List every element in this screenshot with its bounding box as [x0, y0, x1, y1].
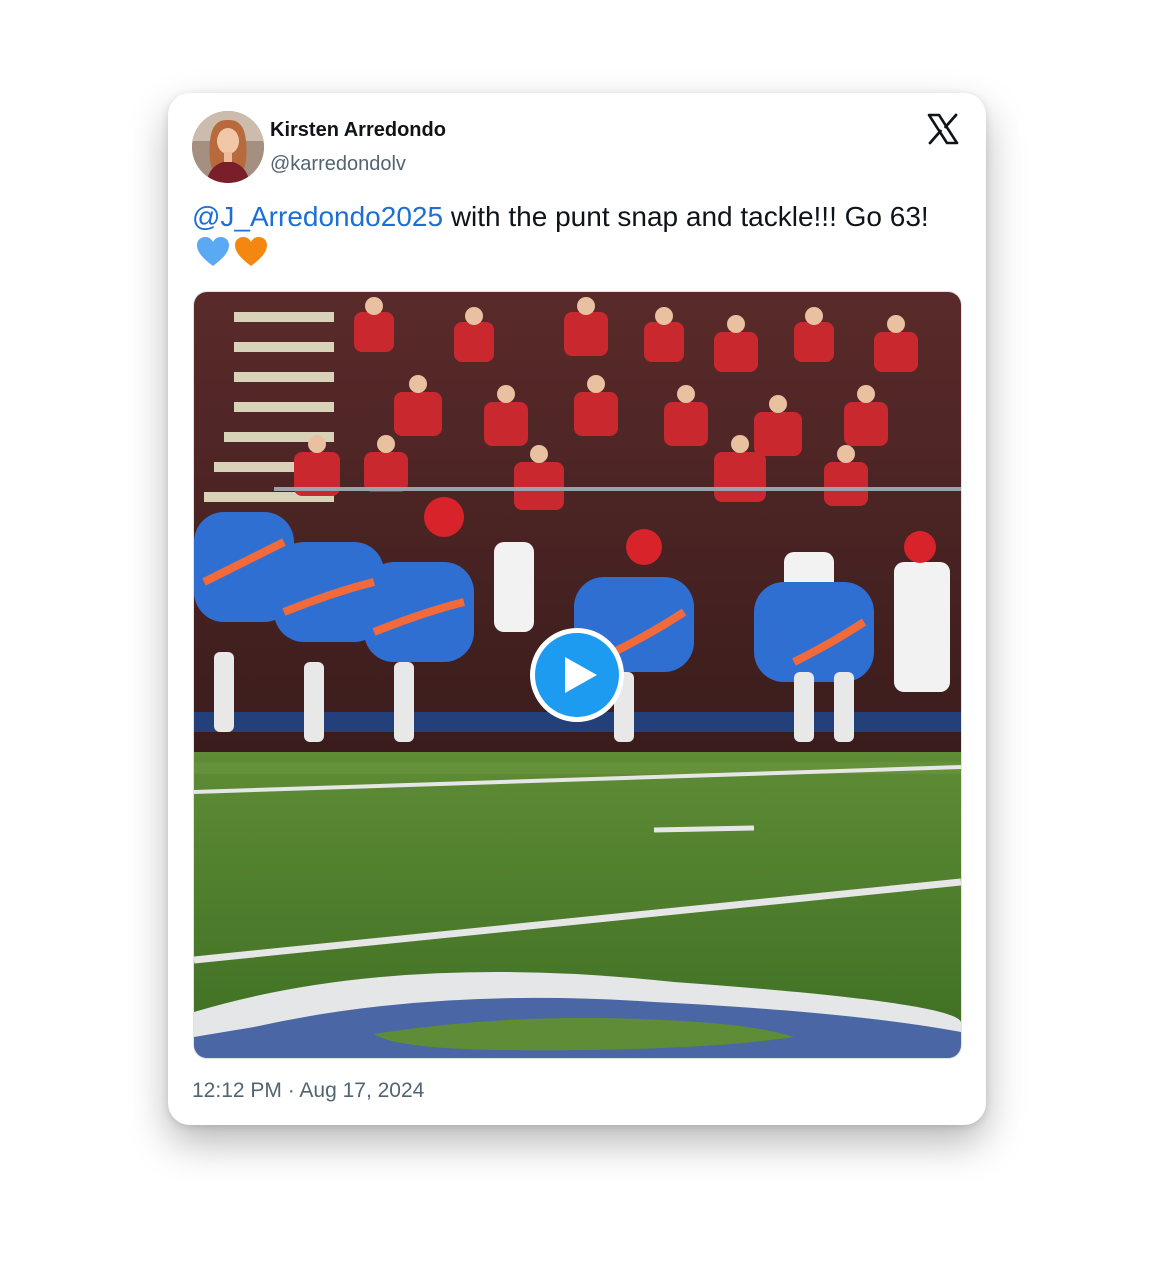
author-handle[interactable]: @karredondolv	[270, 153, 406, 176]
author-name[interactable]: Kirsten Arredondo	[270, 119, 446, 142]
timestamp[interactable]: 12:12 PM · Aug 17, 2024	[192, 1079, 424, 1103]
blue-heart-icon	[197, 237, 229, 266]
play-icon	[565, 657, 597, 693]
x-logo-icon[interactable]	[927, 113, 959, 145]
orange-heart-icon	[235, 237, 267, 266]
video-media[interactable]	[193, 291, 962, 1059]
avatar[interactable]	[192, 111, 264, 183]
tweet-card[interactable]: Kirsten Arredondo @karredondolv @J_Arred…	[168, 93, 986, 1125]
mention-link[interactable]: @J_Arredondo2025	[192, 201, 443, 232]
avatar-image	[192, 111, 264, 183]
tweet-body: with the punt snap and tackle!!! Go 63!	[443, 201, 929, 232]
tweet-text: @J_Arredondo2025 with the punt snap and …	[192, 199, 952, 271]
play-button[interactable]	[530, 628, 624, 722]
